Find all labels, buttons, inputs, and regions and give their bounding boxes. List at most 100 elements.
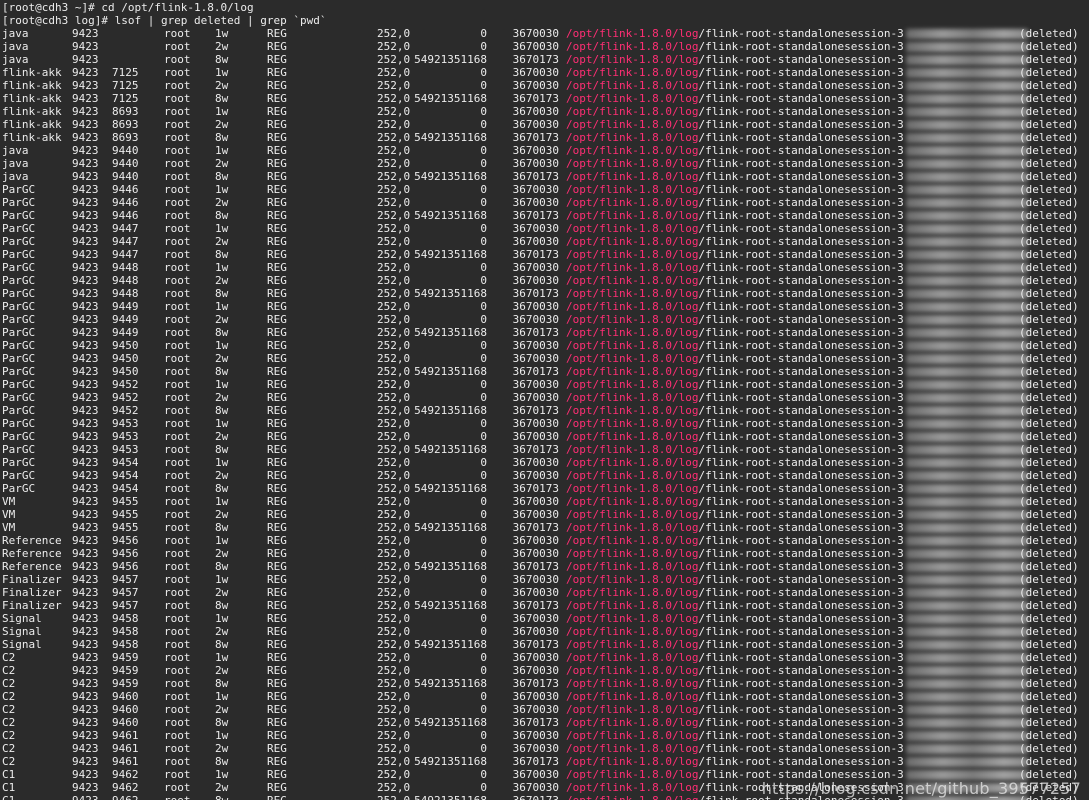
file-descriptor: 8w bbox=[215, 326, 229, 339]
process-user: root bbox=[164, 118, 191, 131]
process-command: ParGC bbox=[2, 222, 36, 235]
output-row: C2 9423 9460 root 1w REG 252,0 0 3670030/opt/fli… bbox=[0, 690, 1089, 703]
file-path: /opt/flink-1.8.0/log/flink-root-standalo… bbox=[566, 157, 1028, 170]
redacted-region bbox=[905, 146, 1028, 156]
process-command: VM bbox=[2, 508, 16, 521]
file-path: /opt/flink-1.8.0/log/flink-root-standalo… bbox=[566, 352, 1028, 365]
file-size: 54921351168 bbox=[414, 755, 487, 768]
process-command: ParGC bbox=[2, 404, 36, 417]
file-path-filename: /flink-root-standalonesession-3 bbox=[698, 599, 904, 612]
file-type: REG bbox=[267, 573, 287, 586]
process-pid: 9423 bbox=[72, 274, 99, 287]
file-path-filename: /flink-root-standalonesession-3 bbox=[698, 222, 904, 235]
file-path-directory: /opt/flink-1.8.0/log bbox=[566, 612, 699, 625]
thread-id: 9447 bbox=[112, 222, 139, 235]
file-path-directory: /opt/flink-1.8.0/log bbox=[566, 79, 699, 92]
inode-number: 3670173 bbox=[512, 482, 559, 495]
process-user: root bbox=[164, 768, 191, 781]
file-size: 54921351168 bbox=[414, 677, 487, 690]
process-pid: 9423 bbox=[72, 625, 99, 638]
file-descriptor: 2w bbox=[215, 781, 229, 794]
process-user: root bbox=[164, 482, 191, 495]
process-command: ParGC bbox=[2, 300, 36, 313]
file-path-directory: /opt/flink-1.8.0/log bbox=[566, 235, 699, 248]
file-path: /opt/flink-1.8.0/log/flink-root-standalo… bbox=[566, 183, 1028, 196]
file-descriptor: 8w bbox=[215, 53, 229, 66]
file-path-directory: /opt/flink-1.8.0/log bbox=[566, 326, 699, 339]
output-row: ParGC 9423 9449 root 1w REG 252,0 0 3670030/opt/… bbox=[0, 300, 1089, 313]
redacted-region bbox=[905, 55, 1028, 65]
inode-number: 3670030 bbox=[512, 495, 559, 508]
redacted-region bbox=[905, 68, 1028, 78]
file-path: /opt/flink-1.8.0/log/flink-root-standalo… bbox=[566, 404, 1028, 417]
output-row: java 9423 9440 root 2w REG 252,0 0 3670030/opt/f… bbox=[0, 157, 1089, 170]
file-type: REG bbox=[267, 352, 287, 365]
output-row: C2 9423 9460 root 2w REG 252,0 0 3670030/opt/fli… bbox=[0, 703, 1089, 716]
file-path-directory: /opt/flink-1.8.0/log bbox=[566, 664, 699, 677]
inode-number: 3670030 bbox=[512, 378, 559, 391]
inode-number: 3670173 bbox=[512, 521, 559, 534]
process-command: ParGC bbox=[2, 365, 36, 378]
device-id: 252,0 bbox=[377, 404, 411, 417]
file-path-directory: /opt/flink-1.8.0/log bbox=[566, 677, 699, 690]
file-descriptor: 1w bbox=[215, 690, 229, 703]
output-row: ParGC 9423 9448 root 8w REG 252,0 54921351168 36… bbox=[0, 287, 1089, 300]
inode-number: 3670030 bbox=[512, 742, 559, 755]
process-pid: 9423 bbox=[72, 339, 99, 352]
thread-id: 9452 bbox=[112, 378, 139, 391]
device-id: 252,0 bbox=[377, 430, 411, 443]
file-size: 0 bbox=[480, 651, 487, 664]
inode-number: 3670173 bbox=[512, 131, 559, 144]
deleted-status: (deleted) bbox=[1019, 287, 1079, 300]
redacted-region bbox=[905, 445, 1028, 455]
file-path: /opt/flink-1.8.0/log/flink-root-standalo… bbox=[566, 430, 1028, 443]
file-size: 0 bbox=[480, 417, 487, 430]
device-id: 252,0 bbox=[377, 118, 411, 131]
thread-id: 9455 bbox=[112, 521, 139, 534]
redacted-region bbox=[905, 94, 1028, 104]
file-path-filename: /flink-root-standalonesession-3 bbox=[698, 196, 904, 209]
process-user: root bbox=[164, 352, 191, 365]
file-path-filename: /flink-root-standalonesession-3 bbox=[698, 443, 904, 456]
process-pid: 9423 bbox=[72, 495, 99, 508]
file-path-filename: /flink-root-standalonesession-3 bbox=[698, 40, 904, 53]
file-path-filename: /flink-root-standalonesession-3 bbox=[698, 573, 904, 586]
prompt-line: [root@cdh3 log]# lsof | grep deleted | g… bbox=[0, 14, 1089, 27]
process-pid: 9423 bbox=[72, 560, 99, 573]
process-user: root bbox=[164, 365, 191, 378]
file-path-directory: /opt/flink-1.8.0/log bbox=[566, 521, 699, 534]
process-command: flink-akk bbox=[2, 118, 62, 131]
process-user: root bbox=[164, 404, 191, 417]
file-path-filename: /flink-root-standalonesession-3 bbox=[698, 495, 904, 508]
inode-number: 3670030 bbox=[512, 79, 559, 92]
redacted-region bbox=[905, 107, 1028, 117]
terminal-window[interactable]: [root@cdh3 ~]# cd /opt/flink-1.8.0/log [… bbox=[0, 0, 1089, 800]
thread-id: 9457 bbox=[112, 599, 139, 612]
inode-number: 3670173 bbox=[512, 170, 559, 183]
output-row: ParGC 9423 9450 root 1w REG 252,0 0 3670030/opt/… bbox=[0, 339, 1089, 352]
process-user: root bbox=[164, 508, 191, 521]
process-pid: 9423 bbox=[72, 547, 99, 560]
output-row: ParGC 9423 9454 root 2w REG 252,0 0 3670030/opt/… bbox=[0, 469, 1089, 482]
deleted-status: (deleted) bbox=[1019, 183, 1079, 196]
file-path-filename: /flink-root-standalonesession-3 bbox=[698, 430, 904, 443]
file-size: 0 bbox=[480, 534, 487, 547]
output-row: VM 9423 9455 root 2w REG 252,0 0 3670030/opt/fli… bbox=[0, 508, 1089, 521]
file-path-directory: /opt/flink-1.8.0/log bbox=[566, 261, 699, 274]
inode-number: 3670030 bbox=[512, 274, 559, 287]
redacted-region bbox=[905, 211, 1028, 221]
redacted-region bbox=[905, 315, 1028, 325]
thread-id: 8693 bbox=[112, 118, 139, 131]
file-descriptor: 1w bbox=[215, 768, 229, 781]
deleted-status: (deleted) bbox=[1019, 690, 1079, 703]
redacted-region bbox=[905, 29, 1028, 39]
file-path: /opt/flink-1.8.0/log/flink-root-standalo… bbox=[566, 547, 1028, 560]
file-path-filename: /flink-root-standalonesession-3 bbox=[698, 755, 904, 768]
file-path: /opt/flink-1.8.0/log/flink-root-standalo… bbox=[566, 92, 1028, 105]
process-pid: 9423 bbox=[72, 261, 99, 274]
file-path: /opt/flink-1.8.0/log/flink-root-standalo… bbox=[566, 313, 1028, 326]
process-user: root bbox=[164, 274, 191, 287]
file-path-filename: /flink-root-standalonesession-3 bbox=[698, 365, 904, 378]
process-command: ParGC bbox=[2, 235, 36, 248]
file-type: REG bbox=[267, 781, 287, 794]
